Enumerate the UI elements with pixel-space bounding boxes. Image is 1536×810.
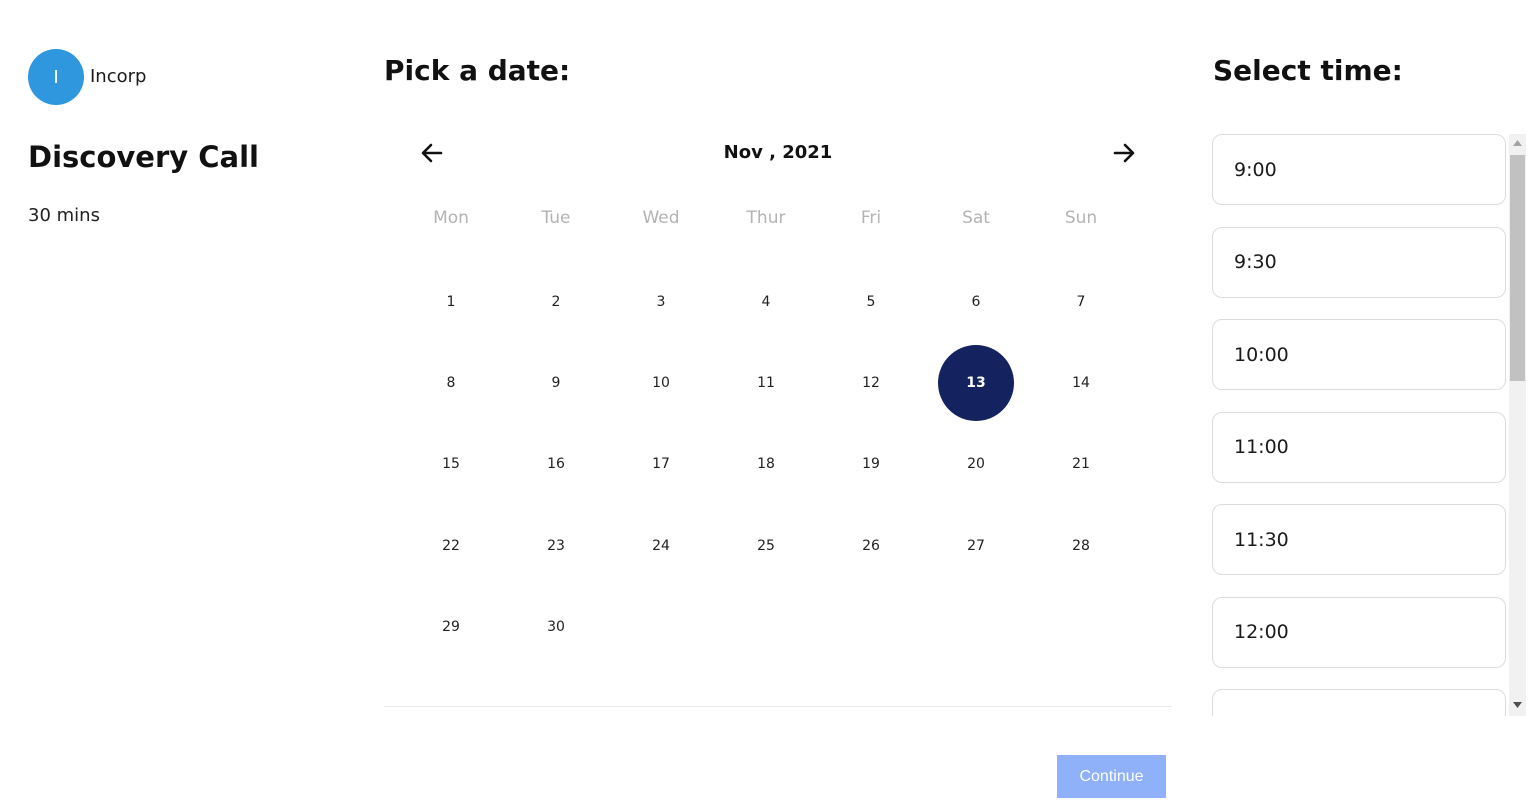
event-duration: 30 mins — [28, 205, 100, 226]
calendar-day[interactable]: 6 — [938, 264, 1014, 340]
divider — [384, 706, 1172, 707]
time-slot[interactable]: 9:00 — [1212, 134, 1506, 205]
time-slot[interactable]: 11:00 — [1212, 411, 1506, 483]
select-time-heading: Select time: — [1213, 54, 1403, 87]
scroll-up-arrow-icon[interactable] — [1509, 136, 1526, 150]
calendar-day[interactable]: 29 — [413, 589, 489, 665]
calendar-day[interactable]: 14 — [1043, 345, 1119, 421]
weekday-label: Thur — [746, 208, 786, 228]
calendar-day[interactable]: 30 — [518, 589, 594, 665]
calendar-day[interactable]: 20 — [938, 426, 1014, 502]
calendar-day[interactable]: 18 — [728, 426, 804, 502]
time-slot-list[interactable]: 9:00 9:30 10:00 11:00 11:30 12:00 — [1212, 134, 1508, 716]
arrow-right-icon — [1113, 143, 1135, 163]
event-title: Discovery Call — [28, 140, 259, 174]
calendar-day[interactable]: 16 — [518, 426, 594, 502]
scrollbar-thumb[interactable] — [1510, 155, 1525, 381]
calendar-day-selected[interactable]: 13 — [938, 345, 1014, 421]
weekday-label: Sun — [1064, 208, 1098, 228]
calendar-day[interactable]: 24 — [623, 508, 699, 584]
month-year-label: Nov , 2021 — [723, 142, 833, 163]
continue-button[interactable]: Continue — [1057, 755, 1166, 798]
calendar-day[interactable]: 28 — [1043, 508, 1119, 584]
calendar-day[interactable]: 1 — [413, 264, 489, 340]
time-slot[interactable]: 11:30 — [1212, 504, 1506, 575]
calendar-day[interactable]: 15 — [413, 426, 489, 502]
next-month-button[interactable] — [1108, 137, 1140, 169]
calendar-day[interactable]: 22 — [413, 508, 489, 584]
calendar-day[interactable]: 7 — [1043, 264, 1119, 340]
calendar-day[interactable]: 12 — [833, 345, 909, 421]
time-slot[interactable] — [1212, 689, 1506, 716]
calendar-day[interactable]: 9 — [518, 345, 594, 421]
calendar-day[interactable]: 17 — [623, 426, 699, 502]
calendar-day[interactable]: 3 — [623, 264, 699, 340]
calendar-day[interactable]: 8 — [413, 345, 489, 421]
arrow-left-icon — [421, 143, 443, 163]
calendar-day[interactable]: 4 — [728, 264, 804, 340]
calendar-day[interactable]: 5 — [833, 264, 909, 340]
calendar-day[interactable]: 19 — [833, 426, 909, 502]
calendar-day[interactable]: 23 — [518, 508, 594, 584]
scroll-down-arrow-icon[interactable] — [1509, 698, 1526, 712]
weekday-label: Mon — [433, 208, 469, 228]
time-slot[interactable]: 12:00 — [1212, 596, 1506, 668]
calendar-day[interactable]: 10 — [623, 345, 699, 421]
organization-name: Incorp — [90, 66, 147, 87]
organization-avatar: I — [28, 49, 84, 105]
calendar-day[interactable]: 11 — [728, 345, 804, 421]
previous-month-button[interactable] — [416, 137, 448, 169]
calendar-day[interactable]: 21 — [1043, 426, 1119, 502]
calendar-day[interactable]: 26 — [833, 508, 909, 584]
weekday-label: Tue — [541, 208, 571, 228]
calendar-day[interactable]: 25 — [728, 508, 804, 584]
calendar-day[interactable]: 27 — [938, 508, 1014, 584]
time-slot[interactable]: 10:00 — [1212, 319, 1506, 390]
weekday-label: Fri — [860, 208, 882, 228]
weekday-label: Sat — [962, 208, 990, 228]
weekday-label: Wed — [642, 208, 680, 228]
time-slot[interactable]: 9:30 — [1212, 226, 1506, 298]
avatar-initial: I — [53, 66, 59, 88]
calendar-day[interactable]: 2 — [518, 264, 594, 340]
pick-date-heading: Pick a date: — [384, 54, 571, 87]
